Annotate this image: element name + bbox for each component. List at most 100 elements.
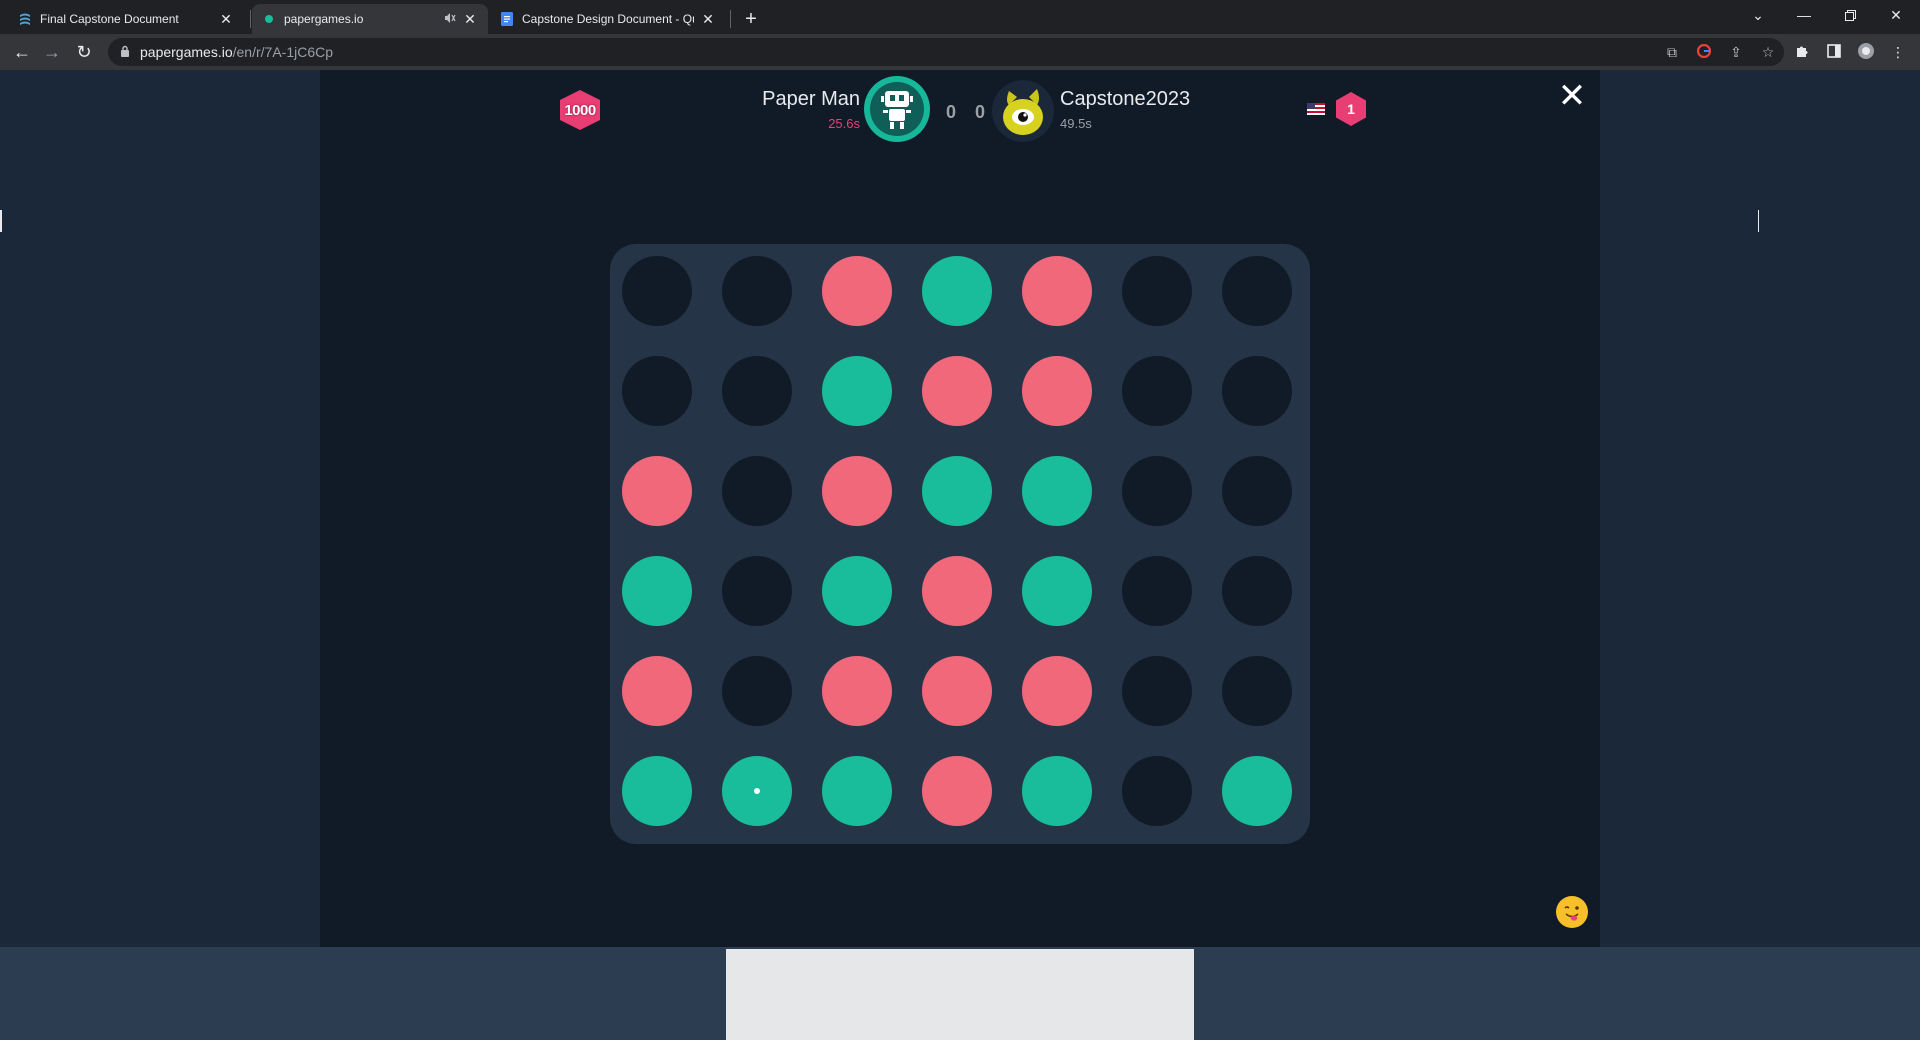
restore-icon[interactable] [1828,0,1872,30]
lock-icon[interactable] [120,45,132,60]
board-cell-r2-c6-empty[interactable] [1122,356,1192,426]
board-cell-r2-c4-red[interactable] [922,356,992,426]
board-cell-r5-c5-red[interactable] [1022,656,1092,726]
board-cell-r6-c3-green[interactable] [822,756,892,826]
last-move-marker [754,788,760,794]
board-cell-r4-c2-empty[interactable] [722,556,792,626]
side-panel-icon[interactable] [1818,43,1850,61]
new-tab-plus-icon[interactable]: + [738,6,764,32]
board-cell-r1-c3-red[interactable] [822,256,892,326]
reload-icon[interactable]: ↻ [72,40,96,64]
tab-close-icon[interactable]: ✕ [462,11,478,27]
board-cell-r2-c1-empty[interactable] [622,356,692,426]
connect-four-board[interactable] [610,244,1310,844]
board-cell-r1-c6-empty[interactable] [1122,256,1192,326]
board-cell-r6-c6-empty[interactable] [1122,756,1192,826]
profile-avatar-icon[interactable] [1850,42,1882,63]
board-cell-r5-c4-red[interactable] [922,656,992,726]
board-cell-r2-c5-red[interactable] [1022,356,1092,426]
minimize-icon[interactable]: — [1782,0,1826,30]
player2-level-gem: 1 [1336,92,1366,126]
monster-icon [1003,89,1043,135]
board-cell-r4-c4-red[interactable] [922,556,992,626]
close-game-button[interactable]: ✕ [1556,79,1588,113]
ad-placeholder [726,949,1194,1040]
player2-name: Capstone2023 [1060,88,1191,110]
tab-capstone-design-document[interactable]: Capstone Design Document - Qu ✕ [490,4,726,34]
left-sidebar [0,70,320,947]
player2-score: 0 [974,102,985,122]
url-path: /en/r/7A-1jC6Cp [232,44,334,60]
page-content: 1000 Paper Man 25.6s 0 0 Capstone2023 49… [0,70,1920,1040]
board-cell-r6-c2-green[interactable] [722,756,792,826]
player2-monster-avatar[interactable] [992,80,1054,142]
board-cell-r4-c7-empty[interactable] [1222,556,1292,626]
tab-separator [250,10,251,28]
us-flag-icon [1307,103,1325,115]
board-cell-r2-c3-green[interactable] [822,356,892,426]
winking-tongue-emoji-icon [1560,900,1584,924]
board-cell-r5-c3-red[interactable] [822,656,892,726]
docs-favicon-icon [18,12,32,26]
tab-search-chevron-icon[interactable]: ⌄ [1736,0,1780,30]
back-arrow-icon[interactable]: ← [10,40,34,64]
board-cell-r6-c1-green[interactable] [622,756,692,826]
board-cell-r5-c6-empty[interactable] [1122,656,1192,726]
blocked-popup-icon[interactable]: ⧉ [1656,44,1688,61]
board-cell-r5-c7-empty[interactable] [1222,656,1292,726]
board-cell-r1-c4-green[interactable] [922,256,992,326]
board-cell-r1-c1-empty[interactable] [622,256,692,326]
tab-close-icon[interactable]: ✕ [700,11,716,27]
board-cell-r6-c4-red[interactable] [922,756,992,826]
address-bar-actions: ⧉ ⇪ ☆ [1656,38,1784,66]
url-text: papergames.io/en/r/7A-1jC6Cp [140,44,333,60]
tab-close-icon[interactable]: ✕ [218,11,234,27]
papergames-favicon-icon [262,12,276,26]
board-cell-r5-c2-empty[interactable] [722,656,792,726]
window-close-icon[interactable]: ✕ [1874,0,1918,30]
board-cell-r4-c5-green[interactable] [1022,556,1092,626]
board-cell-r4-c6-empty[interactable] [1122,556,1192,626]
game-area: 1000 Paper Man 25.6s 0 0 Capstone2023 49… [320,70,1600,947]
board-cell-r2-c7-empty[interactable] [1222,356,1292,426]
board-cell-r5-c1-red[interactable] [622,656,692,726]
board-cell-r1-c2-empty[interactable] [722,256,792,326]
board-cell-r3-c2-empty[interactable] [722,456,792,526]
share-icon[interactable]: ⇪ [1720,44,1752,61]
emoji-reaction-button[interactable] [1556,896,1588,928]
player2-timer: 49.5s [1060,116,1092,131]
mute-icon[interactable] [444,12,456,27]
forward-arrow-icon[interactable]: → [40,40,64,64]
board-cell-r2-c2-empty[interactable] [722,356,792,426]
board-cell-r3-c4-green[interactable] [922,456,992,526]
board-cell-r3-c5-green[interactable] [1022,456,1092,526]
board-cell-r4-c3-green[interactable] [822,556,892,626]
address-bar[interactable]: papergames.io/en/r/7A-1jC6Cp ⧉ ⇪ ☆ [108,38,1784,66]
browser-menu-icon[interactable]: ⋮ [1882,44,1914,61]
board-cell-r6-c5-green[interactable] [1022,756,1092,826]
tab-separator [730,10,731,28]
text-cursor [1758,210,1759,232]
player1-score: 0 [945,102,956,122]
board-cell-r3-c7-empty[interactable] [1222,456,1292,526]
text-cursor [0,210,2,232]
player1-robot-avatar[interactable] [864,76,930,142]
board-cell-r1-c7-empty[interactable] [1222,256,1292,326]
tab-title: Capstone Design Document - Qu [522,12,694,26]
extensions-puzzle-icon[interactable] [1786,44,1818,61]
bookmark-star-icon[interactable]: ☆ [1752,44,1784,61]
extension-icons: ⋮ [1786,40,1914,64]
tab-papergames[interactable]: papergames.io ✕ [252,4,488,34]
tab-title: papergames.io [284,12,364,26]
board-cell-r3-c3-red[interactable] [822,456,892,526]
google-g-icon[interactable] [1688,43,1720,61]
right-sidebar [1600,70,1920,947]
board-cell-r4-c1-green[interactable] [622,556,692,626]
board-cell-r6-c7-green[interactable] [1222,756,1292,826]
url-host: papergames.io [140,44,233,60]
browser-toolbar: ← → ↻ papergames.io/en/r/7A-1jC6Cp ⧉ ⇪ ☆… [0,34,1920,70]
board-cell-r1-c5-red[interactable] [1022,256,1092,326]
board-cell-r3-c1-red[interactable] [622,456,692,526]
tab-final-capstone-document[interactable]: Final Capstone Document ✕ [8,4,244,34]
board-cell-r3-c6-empty[interactable] [1122,456,1192,526]
